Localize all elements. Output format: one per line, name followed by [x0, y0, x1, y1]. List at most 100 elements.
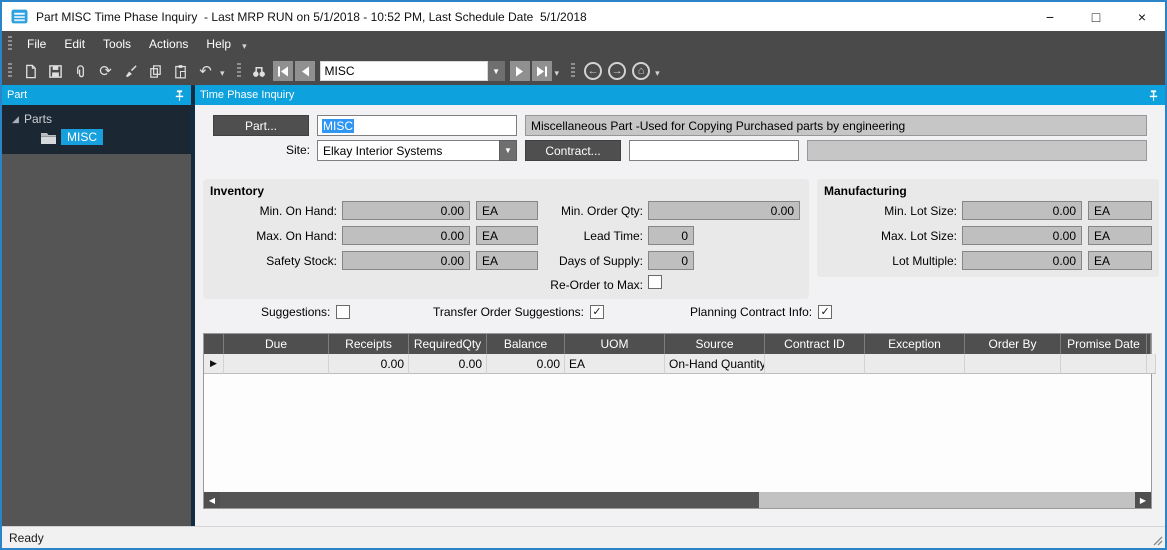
scroll-right-button[interactable]: ▶ — [1135, 492, 1151, 508]
menu-tools[interactable]: Tools — [94, 31, 140, 57]
toolbar-overflow-chevron-1[interactable]: ▾ — [218, 64, 231, 79]
col-receipts[interactable]: Receipts — [329, 334, 409, 354]
attach-button[interactable] — [68, 59, 93, 83]
tree-selected-label[interactable]: MISC — [61, 129, 103, 145]
broom-icon — [125, 64, 137, 77]
maximize-button[interactable]: □ — [1073, 2, 1119, 31]
home-button[interactable]: ⌂ — [632, 62, 651, 80]
contract-input[interactable] — [629, 140, 799, 161]
resize-grip[interactable] — [1150, 533, 1163, 546]
part-button[interactable]: Part... — [213, 115, 309, 136]
tree-node-parts[interactable]: ◢ Parts — [2, 110, 191, 128]
inquiry-pin-icon[interactable] — [1147, 89, 1160, 102]
binoculars-icon — [253, 66, 265, 77]
contract-button[interactable]: Contract... — [525, 140, 621, 161]
record-combo-dropdown[interactable]: ▼ — [487, 61, 505, 81]
toolbar-overflow-chevron-2[interactable]: ▾ — [553, 64, 566, 79]
reorder-to-max-checkbox[interactable]: ✓ — [648, 275, 662, 289]
menu-file[interactable]: File — [18, 31, 55, 57]
min-order-qty-field: 0.00 — [648, 201, 800, 220]
cell-order-by[interactable] — [965, 354, 1061, 374]
menu-bar: File Edit Tools Actions Help ▾ — [2, 31, 1165, 57]
tree-node-misc[interactable]: MISC — [2, 128, 191, 146]
scroll-left-button[interactable]: ◀ — [204, 492, 220, 508]
inquiry-title: Time Phase Inquiry — [200, 89, 295, 101]
col-due[interactable]: Due — [224, 334, 329, 354]
part-input[interactable]: MISC — [317, 115, 517, 136]
paste-button[interactable] — [168, 59, 193, 83]
new-button[interactable] — [18, 59, 43, 83]
previous-record-icon — [301, 66, 309, 76]
cell-due[interactable] — [224, 354, 329, 374]
copy-button[interactable] — [143, 59, 168, 83]
tree-root-label[interactable]: Parts — [24, 112, 52, 126]
save-button[interactable] — [43, 59, 68, 83]
safety-stock-label: Safety Stock: — [266, 254, 337, 268]
title-bar: Part MISC Time Phase Inquiry - Last MRP … — [2, 2, 1165, 31]
menu-actions[interactable]: Actions — [140, 31, 197, 57]
toolbar-overflow-chevron-3[interactable]: ▾ — [653, 64, 666, 79]
reorder-to-max-label: Re-Order to Max: — [550, 278, 643, 292]
lead-time-field: 0 — [648, 226, 694, 245]
cell-uom[interactable]: EA — [565, 354, 665, 374]
scrollbar-track[interactable] — [759, 492, 1135, 508]
part-panel-fill — [2, 154, 191, 526]
inquiry-header: Time Phase Inquiry — [195, 85, 1165, 105]
cell-requiredqty[interactable]: 0.00 — [409, 354, 487, 374]
navigate-forward-button[interactable]: → — [608, 62, 627, 80]
refresh-button[interactable]: ⟳ — [93, 59, 118, 83]
scrollbar-thumb[interactable] — [220, 492, 759, 508]
cell-source[interactable]: On-Hand Quantity — [665, 354, 765, 374]
menu-edit[interactable]: Edit — [55, 31, 94, 57]
col-order-by[interactable]: Order By — [965, 334, 1061, 354]
menu-grip[interactable] — [8, 36, 12, 52]
record-combo-value[interactable]: MISC — [319, 61, 488, 81]
paste-icon — [175, 64, 186, 78]
undo-button[interactable]: ↶ — [193, 59, 218, 83]
close-button[interactable]: × — [1119, 2, 1165, 31]
site-combo[interactable]: Elkay Interior Systems ▼ — [317, 140, 517, 161]
cell-contract-id[interactable] — [765, 354, 865, 374]
find-button[interactable] — [247, 59, 272, 83]
transfer-order-suggestions-checkbox[interactable]: ✓ — [589, 305, 604, 319]
menu-help[interactable]: Help — [197, 31, 240, 57]
last-record-icon — [536, 66, 547, 76]
suggestions-label: Suggestions: — [261, 305, 331, 319]
next-record-button[interactable] — [509, 61, 530, 81]
site-combo-value[interactable]: Elkay Interior Systems — [317, 140, 499, 161]
minimize-button[interactable]: − — [1027, 2, 1073, 31]
first-record-button[interactable] — [272, 61, 293, 81]
pin-icon[interactable] — [173, 89, 186, 102]
toolbar-grip[interactable] — [8, 63, 12, 79]
site-combo-dropdown[interactable]: ▼ — [499, 140, 517, 161]
toolbar-grip-3[interactable] — [571, 63, 576, 79]
col-uom[interactable]: UOM — [565, 334, 665, 354]
app-window: Part MISC Time Phase Inquiry - Last MRP … — [0, 0, 1167, 550]
col-source[interactable]: Source — [665, 334, 765, 354]
record-combo[interactable]: MISC ▼ — [319, 61, 505, 81]
cell-exception[interactable] — [865, 354, 965, 374]
planning-contract-info-checkbox[interactable]: ✓ — [818, 305, 833, 319]
col-requiredqty[interactable]: RequiredQty — [409, 334, 487, 354]
row-selector-icon[interactable]: ▶ — [204, 354, 224, 374]
toolbar-grip-2[interactable] — [236, 63, 241, 79]
min-order-qty-label: Min. Order Qty: — [560, 204, 643, 218]
cell-receipts[interactable]: 0.00 — [329, 354, 409, 374]
grid-row[interactable]: ▶ 0.00 0.00 0.00 EA On-Hand Quantity — [204, 354, 1156, 374]
status-bar: Ready — [2, 526, 1165, 548]
col-promise-date[interactable]: Promise Date — [1061, 334, 1147, 354]
last-record-button[interactable] — [531, 61, 552, 81]
clear-button[interactable] — [118, 59, 143, 83]
cell-promise-date[interactable] — [1061, 354, 1147, 374]
grid-header-filler — [1147, 334, 1151, 354]
inventory-section: Inventory Min. On Hand: 0.00 EA Max. On … — [203, 179, 809, 299]
menu-overflow-chevron[interactable]: ▾ — [240, 37, 253, 52]
previous-record-button[interactable] — [294, 61, 315, 81]
navigate-back-button[interactable]: ← — [584, 62, 603, 80]
cell-balance[interactable]: 0.00 — [487, 354, 565, 374]
col-contract-id[interactable]: Contract ID — [765, 334, 865, 354]
col-exception[interactable]: Exception — [865, 334, 965, 354]
col-balance[interactable]: Balance — [487, 334, 565, 354]
suggestions-checkbox[interactable]: ✓ — [336, 305, 351, 319]
tree-expander-icon[interactable]: ◢ — [12, 114, 24, 125]
